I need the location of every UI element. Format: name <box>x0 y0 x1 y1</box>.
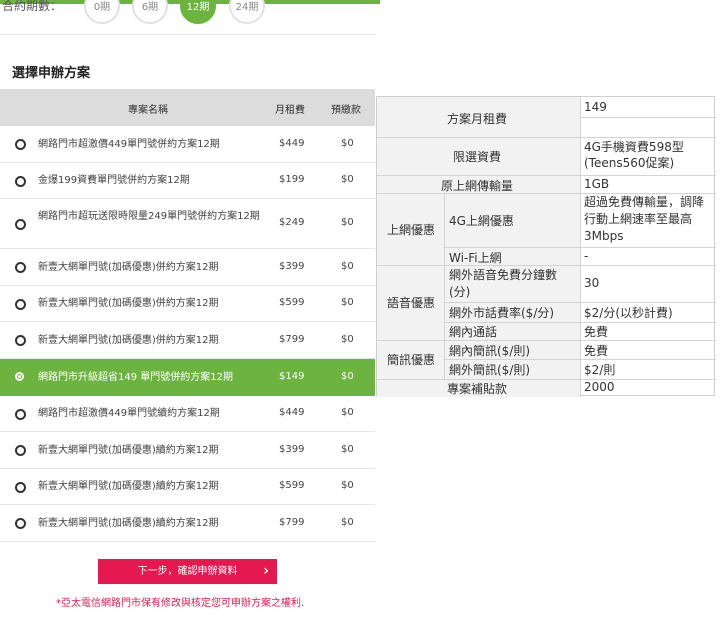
plan-deposit: $0 <box>341 517 354 528</box>
value-offnet-rate: $2/分(以秒計費) <box>584 306 673 320</box>
label-monthly-fee: 方案月租費 <box>447 112 508 126</box>
value-offnet-sms: $2/則 <box>584 363 616 377</box>
radio-icon[interactable] <box>15 445 26 456</box>
plan-deposit: $0 <box>341 334 354 345</box>
plan-deposit: $0 <box>341 480 354 491</box>
plan-monthly-fee: $399 <box>279 444 305 455</box>
value-monthly-fee: 149 <box>584 100 607 114</box>
radio-icon[interactable] <box>15 372 24 381</box>
plan-row[interactable]: 網路門市超玩送限時限量249單門號併約方案12期 $249 $0 <box>0 199 375 249</box>
plan-name: 新壹大網單門號(加碼優惠)併約方案12期 <box>38 262 219 273</box>
radio-icon[interactable] <box>15 409 26 420</box>
plan-name: 網路門市超激價449單門號續約方案12期 <box>38 408 220 419</box>
label-onnet-sms: 網內簡訊($/則) <box>449 344 531 358</box>
radio-icon[interactable] <box>15 219 26 230</box>
value-rate-plan: 4G手機資費598型(Teens560促案) <box>584 140 684 170</box>
plan-row[interactable]: 新壹大網單門號(加碼優惠)續約方案12期 $399 $0 <box>0 432 375 469</box>
plan-name: 新壹大網單門號(加碼優惠)併約方案12期 <box>38 298 219 309</box>
period-option-0[interactable]: 0期 <box>84 0 120 24</box>
plan-row[interactable]: 新壹大網單門號(加碼優惠)併約方案12期 $399 $0 <box>0 249 375 286</box>
plan-name: 新壹大網單門號(加碼優惠)併約方案12期 <box>38 335 219 346</box>
plan-row[interactable]: 新壹大網單門號(加碼優惠)續約方案12期 $599 $0 <box>0 469 375 505</box>
chevron-right-icon: › <box>263 563 269 579</box>
plan-monthly-fee: $599 <box>279 480 305 491</box>
plan-monthly-fee: $149 <box>279 371 305 382</box>
plan-monthly-fee: $799 <box>279 334 305 345</box>
plan-row[interactable]: 網路門市超激價449單門號續約方案12期 $449 $0 <box>0 396 375 432</box>
plan-deposit: $0 <box>341 261 354 272</box>
header-plan-name: 專案名稱 <box>128 105 168 116</box>
value-4g-offer: 超過免費傳輸量，調降行動上網速率至最高3Mbps <box>584 195 705 243</box>
label-data-allowance: 原上網傳輸量 <box>441 179 514 193</box>
radio-icon[interactable] <box>15 262 26 273</box>
plan-monthly-fee: $449 <box>279 138 305 149</box>
contract-period-selector: 合約期數： 0期 6期 12期 24期 <box>0 0 375 32</box>
plan-monthly-fee: $449 <box>279 407 305 418</box>
label-subsidy: 專案補貼款 <box>447 382 508 396</box>
plan-deposit: $0 <box>341 174 354 185</box>
group-sms-offer: 簡訊優惠 <box>387 353 436 367</box>
header-monthly-fee: 月租費 <box>275 105 305 116</box>
radio-icon[interactable] <box>15 335 26 346</box>
radio-icon[interactable] <box>15 139 26 150</box>
period-option-24[interactable]: 24期 <box>229 0 265 24</box>
value-subsidy: 2000 <box>584 380 615 394</box>
radio-icon[interactable] <box>15 518 26 529</box>
radio-icon[interactable] <box>15 176 26 187</box>
plan-row[interactable]: 新壹大網單門號(加碼優惠)併約方案12期 $799 $0 <box>0 322 375 359</box>
plan-name: 新壹大網單門號(加碼優惠)續約方案12期 <box>38 481 219 492</box>
radio-icon[interactable] <box>15 299 26 310</box>
label-onnet-call: 網內通話 <box>449 325 498 339</box>
value-onnet-sms: 免費 <box>584 344 609 358</box>
group-internet-offer: 上網優惠 <box>387 223 436 237</box>
divider <box>0 34 375 35</box>
value-wifi: - <box>584 249 589 263</box>
plan-row[interactable]: 新壹大網單門號(加碼優惠)續約方案12期 $799 $0 <box>0 505 375 542</box>
plan-deposit: $0 <box>341 138 354 149</box>
radio-icon[interactable] <box>15 482 26 493</box>
value-data-allowance: 1GB <box>584 177 610 191</box>
plan-monthly-fee: $399 <box>279 261 305 272</box>
plans-table: 專案名稱 月租費 預繳款 網路門市超激價449單門號併約方案12期 $449 $0 金… <box>0 89 375 542</box>
period-label: 合約期數： <box>2 0 63 13</box>
label-wifi: Wi-Fi上網 <box>449 251 502 265</box>
header-deposit: 預繳款 <box>331 105 361 116</box>
plan-row[interactable]: 網路門市升級超省149 單門號併約方案12期 $149 $0 <box>0 359 375 396</box>
plan-deposit: $0 <box>341 407 354 418</box>
plan-row[interactable]: 金爆199資費單門號併約方案12期 $199 $0 <box>0 163 375 199</box>
label-free-minutes: 網外語音免費分鐘數(分) <box>449 268 558 299</box>
plan-name: 網路門市升級超省149 單門號併約方案12期 <box>38 372 233 383</box>
next-step-label: 下一步，確認申辦資料 <box>137 566 238 577</box>
plans-table-body: 網路門市超激價449單門號併約方案12期 $449 $0 金爆199資費單門號併約方案… <box>0 126 375 542</box>
disclaimer-note: *亞太電信網路門市保有修改與核定您可申辦方案之權利. <box>56 598 305 609</box>
plan-row[interactable]: 新壹大網單門號(加碼優惠)併約方案12期 $599 $0 <box>0 286 375 322</box>
period-option-6[interactable]: 6期 <box>132 0 168 24</box>
plan-monthly-fee: $599 <box>279 297 305 308</box>
plans-table-header: 專案名稱 月租費 預繳款 <box>0 89 375 126</box>
period-option-12[interactable]: 12期 <box>180 0 216 24</box>
plan-name: 網路門市超玩送限時限量249單門號併約方案12期 <box>38 211 260 222</box>
plan-deposit: $0 <box>341 444 354 455</box>
plan-detail-table: 方案月租費 149 限選資費 4G手機資費598型(Teens560促案) 原上… <box>376 96 716 397</box>
plan-name: 新壹大網單門號(加碼優惠)續約方案12期 <box>38 445 219 456</box>
plan-name: 金爆199資費單門號併約方案12期 <box>38 175 190 186</box>
value-free-minutes: 30 <box>584 276 600 290</box>
label-4g-offer: 4G上網優惠 <box>449 214 514 228</box>
plan-deposit: $0 <box>341 297 354 308</box>
plan-name: 新壹大網單門號(加碼優惠)續約方案12期 <box>38 518 219 529</box>
plan-row[interactable]: 網路門市超激價449單門號併約方案12期 $449 $0 <box>0 126 375 163</box>
plan-deposit: $0 <box>341 371 354 382</box>
value-onnet-call: 免費 <box>584 325 609 339</box>
next-step-button[interactable]: 下一步，確認申辦資料 › <box>98 559 277 584</box>
group-voice-offer: 語音優惠 <box>387 296 436 310</box>
label-rate-plan: 限選資費 <box>453 150 502 164</box>
plan-monthly-fee: $199 <box>279 174 305 185</box>
section-title: 選擇申辦方案 <box>12 66 91 81</box>
label-offnet-rate: 網外市話費率($/分) <box>449 306 555 320</box>
plan-deposit: $0 <box>341 217 354 228</box>
plan-name: 網路門市超激價449單門號併約方案12期 <box>38 139 220 150</box>
label-offnet-sms: 網外簡訊($/則) <box>449 363 531 377</box>
plan-monthly-fee: $249 <box>279 217 305 228</box>
plan-monthly-fee: $799 <box>279 517 305 528</box>
